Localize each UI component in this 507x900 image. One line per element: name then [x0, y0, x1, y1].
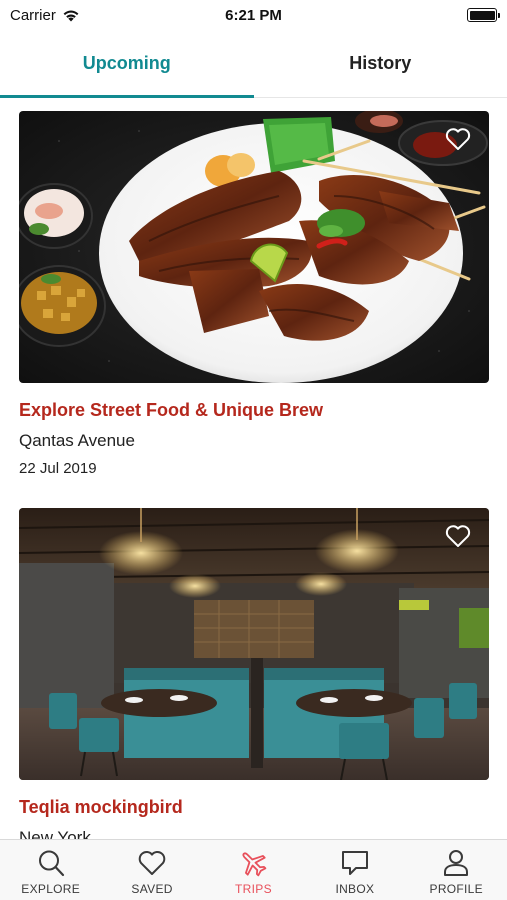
nav-inbox[interactable]: INBOX — [310, 840, 400, 896]
trip-list: Explore Street Food & Unique Brew Qantas… — [0, 99, 507, 839]
nav-trips[interactable]: TRIPS — [208, 840, 298, 896]
tab-upcoming[interactable]: Upcoming — [0, 30, 254, 98]
nav-profile-label: PROFILE — [429, 882, 483, 896]
nav-saved[interactable]: SAVED — [107, 840, 197, 896]
trip-card[interactable]: Teqlia mockingbird New York — [19, 508, 489, 839]
airplane-icon — [242, 852, 267, 877]
battery-icon — [467, 8, 500, 22]
trip-card[interactable]: Explore Street Food & Unique Brew Qantas… — [19, 111, 489, 479]
trip-image-street-food[interactable] — [19, 111, 489, 383]
heart-icon — [138, 851, 166, 875]
user-icon — [444, 850, 469, 876]
status-bar: Carrier 6:21 PM — [0, 0, 507, 30]
search-icon — [38, 850, 64, 877]
nav-inbox-label: INBOX — [335, 882, 375, 896]
trip-location: New York — [19, 828, 91, 839]
chat-bubble-icon — [341, 851, 368, 875]
status-left: Carrier — [10, 7, 80, 24]
nav-explore-label: EXPLORE — [21, 882, 81, 896]
favorite-heart-icon[interactable] — [445, 127, 471, 151]
nav-saved-label: SAVED — [131, 882, 173, 896]
nav-explore[interactable]: EXPLORE — [6, 840, 96, 896]
trip-date: 22 Jul 2019 — [19, 460, 97, 477]
trip-title[interactable]: Explore Street Food & Unique Brew — [19, 399, 489, 421]
bottom-tab-bar: EXPLORE SAVED TRIPS INBOX PROFILE — [0, 839, 507, 900]
nav-trips-label: TRIPS — [235, 882, 272, 896]
nav-profile[interactable]: PROFILE — [411, 840, 501, 896]
favorite-heart-icon[interactable] — [445, 524, 471, 548]
trip-image-restaurant[interactable] — [19, 508, 489, 780]
trips-screen: Carrier 6:21 PM Upcoming History Explore… — [0, 0, 507, 900]
trip-title[interactable]: Teqlia mockingbird — [19, 796, 489, 818]
tab-history[interactable]: History — [254, 30, 507, 97]
battery-fill — [469, 10, 495, 20]
trip-tabs: Upcoming History — [0, 30, 507, 98]
carrier-label: Carrier — [10, 6, 56, 24]
wifi-icon — [63, 10, 79, 22]
trip-location: Qantas Avenue — [19, 431, 135, 450]
